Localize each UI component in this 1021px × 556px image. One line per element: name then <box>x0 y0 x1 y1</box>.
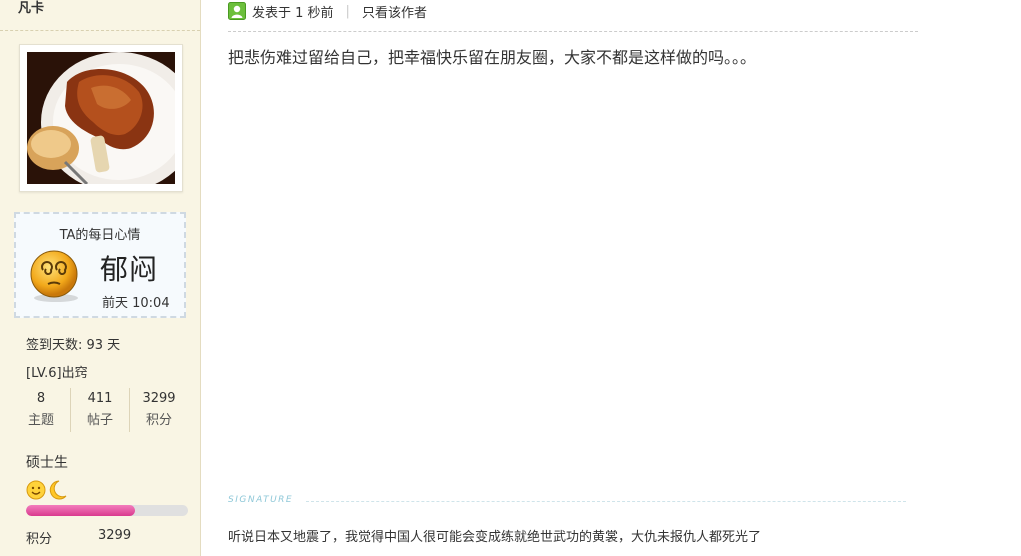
score-label: 积分 <box>26 532 53 547</box>
user-sidebar: 凡卡 TA的每日心情 郁闷 前天 10:04 签到天数: 93 天 [LV.6]… <box>0 0 201 556</box>
mood-time: 前天 10:04 <box>102 296 170 311</box>
count-label: 帖子 <box>86 413 113 428</box>
meta-separator: | <box>345 3 350 19</box>
depressed-face-icon <box>30 250 78 302</box>
score-value: 3299 <box>98 528 132 543</box>
avatar-image <box>27 52 175 184</box>
signature-label: SIGNATURE <box>228 495 294 505</box>
mood-name: 郁闷 <box>100 253 159 286</box>
topic-count[interactable]: 8 主题 <box>12 388 70 432</box>
online-user-icon <box>228 2 246 20</box>
daily-mood-panel: TA的每日心情 郁闷 前天 10:04 <box>14 212 186 318</box>
checkin-days: 签到天数: 93 天 <box>26 338 121 353</box>
count-value: 411 <box>87 391 113 406</box>
signature-divider <box>306 501 906 502</box>
signature-text: 听说日本又地震了，我觉得中国人很可能会变成练就绝世武功的黄裳，大仇未报仇人都死光… <box>228 530 762 545</box>
rank-progress-bar <box>26 505 188 516</box>
count-value: 3299 <box>142 391 176 406</box>
rank-progress-fill <box>26 505 135 516</box>
divider <box>228 31 918 32</box>
rank-sun-moon-icon <box>26 480 67 500</box>
post-content: 把悲伤难过留给自己，把幸福快乐留在朋友圈，大家不都是这样做的吗。。。 <box>228 48 757 67</box>
username-link[interactable]: 凡卡 <box>18 0 44 18</box>
post-meta: 发表于 1 秒前 | 只看该作者 <box>228 0 427 22</box>
count-value: 8 <box>36 391 46 406</box>
mood-title: TA的每日心情 <box>59 228 141 243</box>
author-only-link[interactable]: 只看该作者 <box>362 2 427 21</box>
points-count[interactable]: 3299 积分 <box>129 388 188 432</box>
post-time: 发表于 1 秒前 <box>252 5 334 21</box>
count-label: 主题 <box>27 413 54 428</box>
post-count[interactable]: 411 帖子 <box>70 388 129 432</box>
avatar[interactable] <box>19 44 183 192</box>
count-label: 积分 <box>145 413 172 428</box>
user-counts: 8 主题 411 帖子 3299 积分 <box>12 388 188 432</box>
rank-title[interactable]: 硕士生 <box>26 452 68 472</box>
user-level[interactable]: [LV.6]出窍 <box>26 362 88 381</box>
divider <box>0 30 200 31</box>
